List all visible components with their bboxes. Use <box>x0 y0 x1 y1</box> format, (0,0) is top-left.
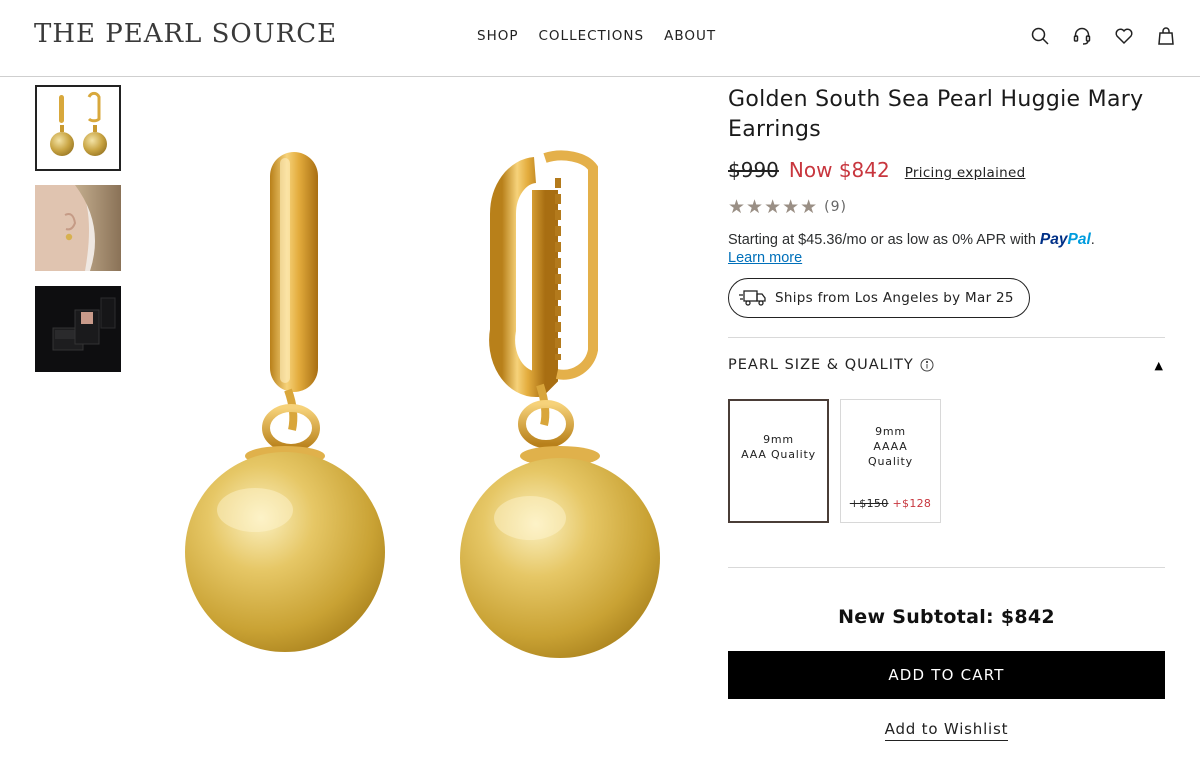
thumbnail-model-wearing[interactable] <box>35 185 121 271</box>
review-count: (9) <box>824 199 848 215</box>
product-title: Golden South Sea Pearl Huggie Mary Earri… <box>728 87 1144 142</box>
left-earring <box>185 152 385 652</box>
option-quality-suffix: Quality <box>868 455 913 468</box>
info-icon[interactable] <box>920 358 934 372</box>
financing-text: Starting at $45.36/mo or as low as 0% AP… <box>728 232 1040 248</box>
site-header: THE PEARL SOURCE SHOP COLLECTIONS ABOUT <box>0 0 1200 77</box>
shipping-text: Ships from Los Angeles by Mar 25 <box>775 290 1014 306</box>
heart-icon[interactable] <box>1114 26 1134 46</box>
new-subtotal: New Subtotal: $842 <box>838 606 1055 628</box>
header-icons <box>1030 26 1176 46</box>
option-9mm-aaaa[interactable]: 9mm AAAA Quality +$150 +$128 <box>840 399 941 523</box>
model-thumbnail-image <box>35 185 121 271</box>
rating-row[interactable]: ★★★★★ (9) <box>728 196 847 218</box>
collapse-arrow-icon[interactable]: ▲ <box>1155 359 1163 372</box>
main-product-image <box>185 150 660 658</box>
nav-about[interactable]: ABOUT <box>664 28 716 44</box>
delivery-truck-icon <box>739 290 766 306</box>
divider <box>728 567 1165 568</box>
nav-shop[interactable]: SHOP <box>477 28 519 44</box>
divider <box>728 337 1165 338</box>
earrings-thumbnail-image <box>50 92 107 156</box>
shipping-badge: Ships from Los Angeles by Mar 25 <box>728 278 1030 318</box>
add-to-cart-button[interactable]: ADD TO CART <box>728 651 1165 699</box>
option-quality: AAA Quality <box>741 448 816 461</box>
sale-price: Now $842 <box>788 158 890 182</box>
pricing-explained-link[interactable]: Pricing explained <box>905 165 1026 181</box>
star-rating-icons: ★★★★★ <box>728 196 819 218</box>
pearl-size-quality-label: PEARL SIZE & QUALITY <box>728 357 914 373</box>
financing-message: Starting at $45.36/mo or as low as 0% AP… <box>728 231 1095 248</box>
option-new-price: +$128 <box>892 497 932 510</box>
option-9mm-aaa[interactable]: 9mm AAA Quality <box>728 399 829 523</box>
option-size: 9mm <box>875 425 906 438</box>
nav-collections[interactable]: COLLECTIONS <box>539 28 645 44</box>
learn-more-link[interactable]: Learn more <box>728 250 802 266</box>
right-earring <box>460 150 660 658</box>
price-row: $990 Now $842 Pricing explained <box>728 158 1025 182</box>
option-size: 9mm <box>763 433 794 446</box>
main-nav: SHOP COLLECTIONS ABOUT <box>477 28 716 44</box>
shopping-bag-icon[interactable] <box>1156 26 1176 46</box>
thumbnail-earrings-pair[interactable] <box>35 85 121 171</box>
search-icon[interactable] <box>1030 26 1050 46</box>
gift-box-thumbnail-image <box>35 286 121 372</box>
thumbnail-gift-box[interactable] <box>35 286 121 372</box>
original-price: $990 <box>728 158 779 182</box>
option-quality: AAAA <box>873 440 908 453</box>
site-logo[interactable]: THE PEARL SOURCE <box>34 19 337 49</box>
add-to-wishlist-link[interactable]: Add to Wishlist <box>884 720 1009 741</box>
paypal-logo: PayPal <box>1039 231 1091 248</box>
wishlist-row: Add to Wishlist <box>728 719 1165 741</box>
option-old-price: +$150 <box>849 497 889 510</box>
support-headset-icon[interactable] <box>1072 26 1092 46</box>
pearl-size-quality-header[interactable]: PEARL SIZE & QUALITY ▲ <box>728 357 1165 373</box>
